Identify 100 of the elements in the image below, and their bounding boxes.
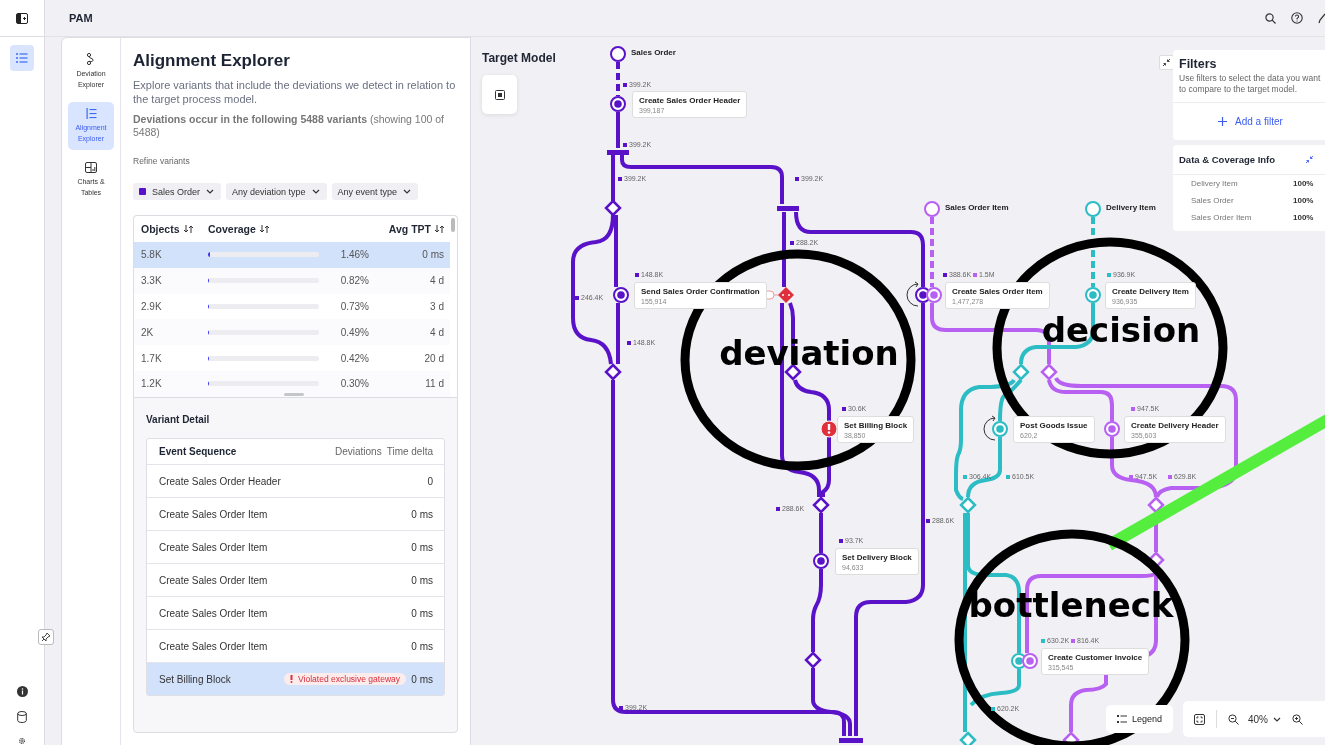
model-button[interactable]	[482, 75, 517, 114]
gateway-diamond	[812, 496, 830, 514]
table-cell-text: 3 d	[429, 301, 445, 312]
sort-icon	[435, 225, 444, 233]
coverage-value: 100%	[1293, 179, 1314, 188]
sort-icon	[259, 225, 269, 233]
coverage-value: 100%	[1293, 213, 1314, 222]
help-icon[interactable]	[1291, 12, 1303, 24]
column-header: Deviations	[334, 446, 382, 457]
refine-label: Refine variants	[133, 156, 191, 166]
search-icon[interactable]	[1265, 12, 1276, 24]
process-edge	[616, 62, 620, 96]
activity-label: Create Sales Order Header	[639, 96, 741, 105]
section-title: Variant Detail	[146, 414, 211, 425]
add-filter-button[interactable]: Add a filter	[1218, 116, 1283, 127]
zoom-out-icon[interactable]	[1228, 713, 1239, 725]
chevron-down-icon	[403, 189, 412, 194]
exclamation-icon	[290, 675, 294, 683]
table-cell-text: 1.46%	[339, 249, 369, 261]
app-title: PAM	[69, 12, 93, 24]
object-type-label: Sales Order Item	[1191, 213, 1253, 222]
activity-label: Set Billing Block	[844, 421, 908, 430]
gateway-diamond	[1012, 363, 1030, 381]
table-cell: Create Sales Order Item	[159, 508, 268, 520]
table-cell-text: 1.2K	[140, 378, 163, 390]
column-header[interactable]: Objects	[134, 223, 208, 235]
variant-row[interactable]: 2K 0.49% 4 d	[134, 319, 450, 346]
plus-icon	[1218, 117, 1227, 126]
activity-label: Create Customer Invoice	[1048, 653, 1143, 662]
variant-row[interactable]: 5.8K 1.46% 0 ms	[134, 242, 450, 268]
chevron-down-icon	[206, 189, 215, 194]
list-icon	[85, 108, 97, 119]
branch-icon	[86, 53, 96, 65]
panel-title: Alignment Explorer	[133, 51, 291, 71]
table-cell-text: 0 ms	[421, 249, 445, 261]
activity-label: Set Delivery Block	[842, 553, 912, 562]
settings-icon[interactable]	[16, 737, 28, 745]
gateway-diamond	[1147, 496, 1165, 514]
fit-view-icon[interactable]	[1194, 713, 1205, 725]
variant-row[interactable]: 2.9K 0.73% 3 d	[134, 293, 450, 320]
card-title: Data & Coverage Info	[1179, 154, 1276, 165]
event-row[interactable]: Create Sales Order Item 0 ms	[147, 564, 444, 597]
scrollbar[interactable]	[451, 218, 455, 232]
deviation-badge: Violated exclusive gateway	[284, 673, 406, 685]
loop-arrow-icon	[983, 415, 996, 441]
variant-row[interactable]: 1.7K 0.42% 20 d	[134, 345, 450, 371]
event-row[interactable]: Create Sales Order Item 0 ms	[147, 597, 444, 630]
table-cell: Create Sales Order Item	[159, 574, 268, 586]
table-cell: 0 ms	[411, 673, 433, 685]
table-cell-text: 0.82%	[339, 275, 369, 287]
sidebar-toggle-icon[interactable]	[16, 12, 28, 24]
collapse-icon[interactable]	[1305, 155, 1315, 164]
event-row[interactable]: Create Sales Order Item 0 ms	[147, 531, 444, 564]
table-cell-text: 2.9K	[140, 301, 163, 312]
variant-row[interactable]: 3.3K 0.82% 4 d	[134, 267, 450, 294]
process-edge	[969, 669, 1021, 707]
process-edge	[1091, 217, 1095, 287]
table-cell-text: 5.8K	[140, 249, 163, 261]
variant-row[interactable]: 1.2K 0.30% 11 d	[134, 371, 450, 397]
chevron-down-icon[interactable]	[1273, 716, 1281, 722]
canvas-title: Target Model	[482, 51, 556, 65]
table-cell-text: 0.42%	[339, 352, 369, 364]
filter-dropdown[interactable]: Any deviation type	[226, 183, 327, 200]
filter-dropdown[interactable]: Any event type	[331, 183, 419, 200]
table-cell-text: 0	[426, 475, 433, 487]
column-header[interactable]: Avg TPT	[388, 223, 450, 235]
table-cell-text: 2K	[140, 326, 155, 338]
table-cell: 0 ms	[411, 640, 433, 652]
table-cell: 0 ms	[411, 574, 433, 586]
collapse-icon	[1162, 58, 1171, 67]
gateway-diamond	[1040, 363, 1058, 381]
activity-label: Create Sales Order Item	[952, 287, 1043, 296]
column-header[interactable]: Coverage	[208, 223, 389, 235]
zoom-in-icon[interactable]	[1292, 713, 1303, 725]
event-row[interactable]: Create Sales Order Item 0 ms	[147, 498, 444, 531]
gateway-diamond	[604, 363, 622, 381]
database-icon[interactable]	[17, 711, 27, 723]
chart-icon	[85, 162, 97, 173]
activity-label: Send Sales Order Confirmation	[641, 287, 760, 296]
filter-dropdown[interactable]: Sales Order	[133, 183, 222, 200]
table-cell-text: 0.73%	[339, 301, 369, 312]
table-cell: 0 ms	[411, 607, 433, 619]
split-bar	[607, 150, 629, 155]
table-cell: Create Sales Order Item	[159, 640, 268, 652]
edit-icon[interactable]	[1318, 12, 1325, 24]
activity-label: Create Delivery Header	[1131, 421, 1219, 430]
panel-description: Explore variants that include the deviations we detect in relation to the target process model.	[133, 78, 457, 106]
event-row[interactable]: Set Billing Block Violated exclusive gateway 0 ms	[147, 663, 444, 695]
coverage-value: 100%	[1293, 196, 1314, 205]
event-row[interactable]: Create Sales Order Header 0	[147, 465, 444, 498]
legend-button[interactable]: Legend	[1106, 705, 1174, 733]
pin-button[interactable]	[38, 629, 54, 645]
info-icon[interactable]	[16, 686, 28, 697]
table-cell: 0 ms	[411, 541, 433, 553]
column-header: Time delta	[386, 446, 433, 457]
table-cell-text: 11 d	[424, 378, 445, 390]
activity-label: Create Delivery Item	[1112, 287, 1189, 296]
start-node-label: Delivery Item	[1106, 203, 1156, 212]
zoom-level[interactable]: 40%	[1248, 713, 1268, 725]
start-node-label: Sales Order Item	[945, 203, 1009, 212]
